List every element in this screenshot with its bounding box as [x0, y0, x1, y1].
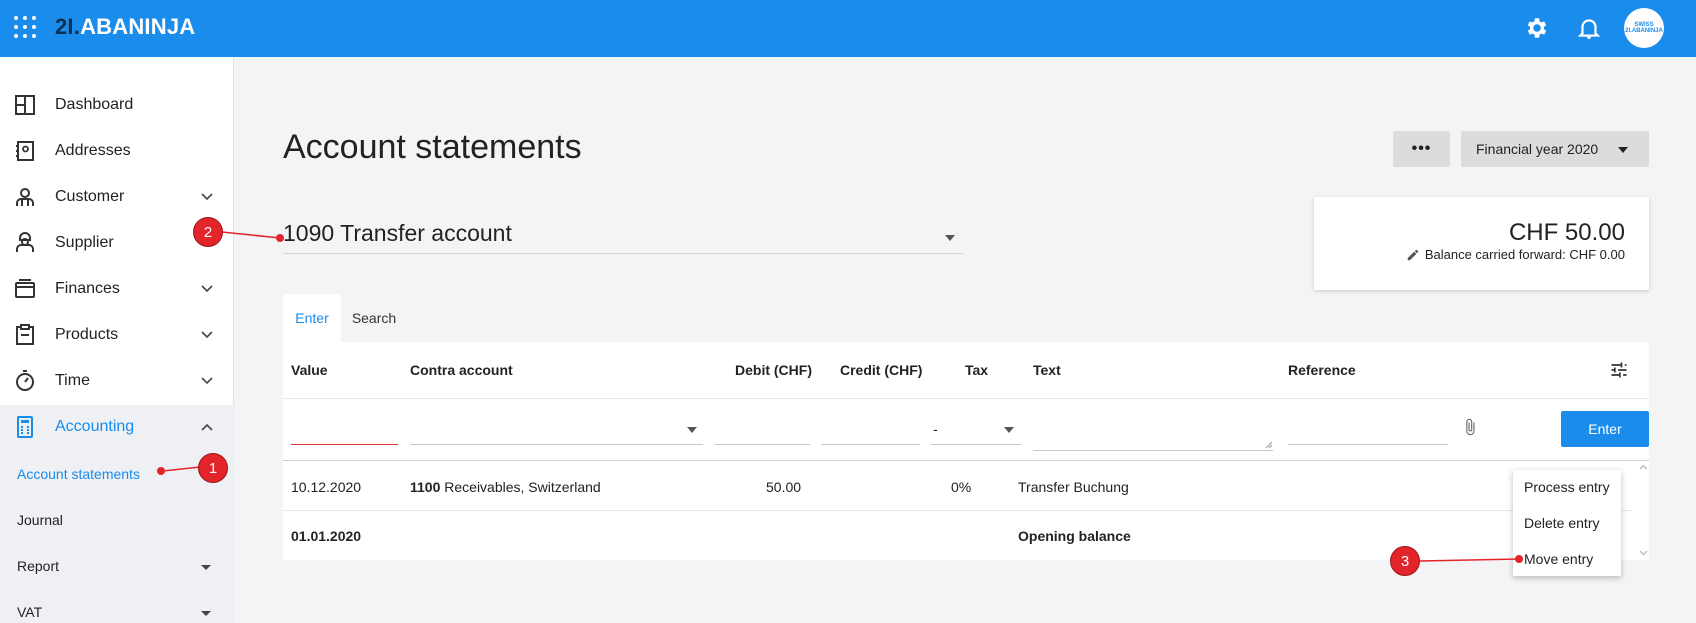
balance-carried-forward[interactable]: Balance carried forward: CHF 0.00	[1406, 247, 1625, 262]
sidebar-item-products[interactable]: Products	[0, 315, 234, 355]
annotation-marker-1: 1	[198, 453, 228, 483]
menu-item-process-entry[interactable]: Process entry	[1524, 479, 1610, 495]
table-scrollbar[interactable]	[1638, 462, 1649, 560]
sidebar-item-accounting[interactable]: Accounting	[0, 407, 234, 447]
sidebar-sub-report[interactable]: Report	[17, 558, 59, 574]
account-select[interactable]: 1090 Transfer account	[283, 220, 963, 254]
financial-year-select[interactable]: Financial year 2020	[1461, 131, 1649, 167]
sidebar-sub-vat[interactable]: VAT	[17, 604, 42, 620]
customer-icon	[16, 188, 34, 206]
caret-down-icon	[201, 611, 211, 616]
chevron-down-icon	[201, 331, 213, 339]
sidebar-sub-journal[interactable]: Journal	[17, 512, 63, 528]
column-header-contra-account: Contra account	[410, 362, 513, 378]
dashboard-icon	[15, 95, 35, 115]
supplier-icon	[16, 232, 34, 252]
wallet-icon	[15, 279, 35, 298]
debit-input[interactable]	[715, 444, 810, 445]
scroll-up-icon[interactable]	[1639, 464, 1648, 470]
resize-handle-icon[interactable]	[1265, 441, 1273, 449]
contra-account-select[interactable]	[410, 444, 703, 445]
bell-icon[interactable]	[1576, 15, 1602, 41]
scroll-down-icon[interactable]	[1639, 550, 1648, 556]
sidebar-item-addresses[interactable]: Addresses	[0, 131, 234, 171]
caret-down-icon	[687, 427, 697, 433]
chevron-down-icon	[201, 377, 213, 385]
value-input[interactable]	[291, 444, 398, 445]
tab-search[interactable]: Search	[341, 294, 407, 342]
sidebar-item-dashboard[interactable]: Dashboard	[0, 85, 234, 125]
annotation-marker-2: 2	[193, 217, 223, 247]
row-contra-account: 1100 Receivables, Switzerland	[410, 479, 601, 495]
tab-enter[interactable]: Enter	[283, 294, 341, 342]
text-input[interactable]	[1033, 450, 1273, 451]
tax-select[interactable]: -	[933, 421, 938, 437]
enter-button[interactable]: Enter	[1561, 411, 1649, 447]
caret-down-icon	[945, 235, 955, 241]
reference-input[interactable]	[1288, 444, 1448, 445]
stopwatch-icon	[16, 370, 34, 391]
menu-item-move-entry[interactable]: Move entry	[1524, 551, 1593, 567]
calculator-icon	[17, 416, 33, 438]
balance-amount: CHF 50.00	[1508, 219, 1625, 246]
caret-down-icon	[1004, 427, 1014, 433]
avatar[interactable]: SWISS 2I.ABANINJA	[1624, 8, 1664, 48]
paperclip-icon[interactable]	[1461, 414, 1479, 440]
sidebar-sub-account-statements[interactable]: Account statements	[17, 466, 140, 482]
menu-item-delete-entry[interactable]: Delete entry	[1524, 515, 1599, 531]
credit-input[interactable]	[821, 444, 920, 445]
sidebar: Dashboard Addresses Customer Supplier Fi…	[0, 57, 234, 623]
row-debit: 50.00	[766, 479, 802, 495]
caret-down-icon	[1618, 147, 1628, 153]
row-context-menu: Process entry Delete entry Move entry	[1513, 470, 1621, 576]
column-settings-icon[interactable]	[1608, 360, 1630, 380]
chevron-up-icon	[201, 423, 213, 431]
row-value: 01.01.2020	[291, 528, 362, 544]
pencil-icon[interactable]	[1406, 248, 1420, 262]
clipboard-icon	[16, 324, 34, 345]
gear-icon[interactable]	[1524, 15, 1550, 41]
top-bar: 2I.ABANINJA SWISS 2I.ABANINJA	[0, 0, 1696, 57]
row-value: 10.12.2020	[291, 479, 362, 495]
column-header-credit: Credit (CHF)	[840, 362, 923, 378]
chevron-down-icon	[201, 193, 213, 201]
logo[interactable]: 2I.ABANINJA	[55, 14, 195, 40]
more-options-button[interactable]: •••	[1393, 131, 1450, 167]
address-book-icon	[16, 141, 34, 161]
column-header-text: Text	[1033, 362, 1061, 378]
column-header-debit: Debit (CHF)	[735, 362, 812, 378]
annotation-marker-3: 3	[1390, 546, 1420, 576]
chevron-down-icon	[201, 285, 213, 293]
row-text: Transfer Buchung	[1018, 479, 1129, 495]
page-title: Account statements	[283, 128, 582, 166]
sidebar-item-customer[interactable]: Customer	[0, 177, 234, 217]
row-text: Opening balance	[1018, 528, 1131, 544]
row-tax: 0%	[951, 479, 972, 495]
entries-table: Value Contra account Debit (CHF) Credit …	[283, 342, 1649, 560]
balance-card: CHF 50.00 Balance carried forward: CHF 0…	[1314, 197, 1649, 290]
app-grid-icon[interactable]	[14, 16, 36, 38]
column-header-tax: Tax	[965, 362, 989, 378]
sidebar-item-time[interactable]: Time	[0, 361, 234, 401]
caret-down-icon	[201, 565, 211, 570]
column-header-reference: Reference	[1288, 362, 1356, 378]
sidebar-item-finances[interactable]: Finances	[0, 269, 234, 309]
column-header-value: Value	[291, 362, 328, 378]
